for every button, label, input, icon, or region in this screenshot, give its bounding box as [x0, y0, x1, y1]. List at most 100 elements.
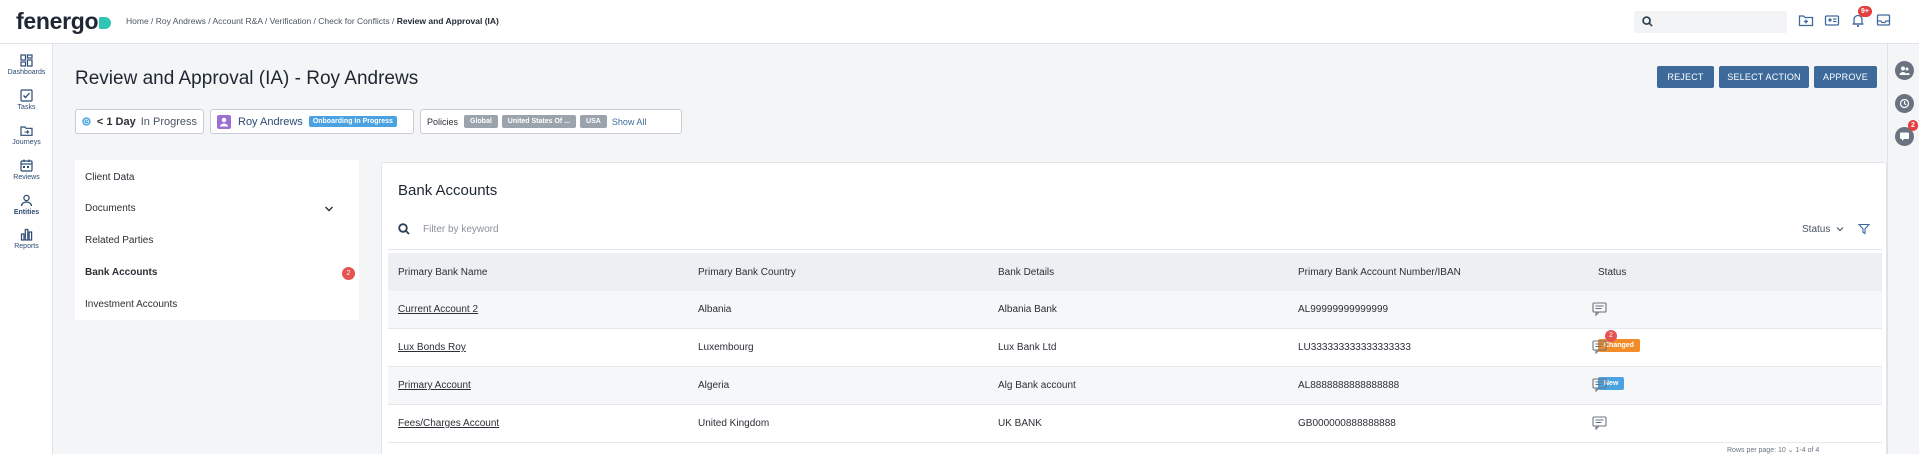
bank-name-link[interactable]: Primary Account: [398, 380, 471, 391]
page-title: Review and Approval (IA) - Roy Andrews: [75, 68, 419, 89]
bank-name-link[interactable]: Current Account 2: [398, 304, 478, 315]
menu-item-documents[interactable]: Documents: [85, 203, 136, 214]
policy-tag: Global: [464, 115, 498, 128]
policy-tag: United States Of ...: [501, 115, 577, 128]
status-filter-dropdown[interactable]: Status: [1802, 223, 1871, 235]
right-rail: 2: [1887, 44, 1919, 454]
breadcrumb[interactable]: Home / Roy Andrews / Account R&A / Verif…: [126, 16, 499, 26]
nav-reviews[interactable]: Reviews: [0, 159, 53, 181]
filter-input[interactable]: Filter by keyword: [423, 224, 499, 235]
reports-icon: [20, 228, 33, 241]
filter-funnel-icon[interactable]: [1858, 223, 1871, 235]
table-row: Primary Account Algeria Alg Bank account…: [388, 367, 1882, 405]
select-action-button[interactable]: SELECT ACTION: [1719, 66, 1809, 88]
bank-accounts-panel: Bank Accounts Filter by keyword Status P…: [381, 162, 1887, 454]
bank-country: Algeria: [698, 380, 730, 391]
comment-icon[interactable]: [1592, 302, 1607, 316]
nav-label: Dashboards: [7, 69, 46, 76]
bank-iban: AL99999999999999: [1298, 304, 1389, 315]
id-card-icon[interactable]: [1824, 12, 1840, 28]
column-header[interactable]: Bank Details: [998, 267, 1054, 278]
history-rail-button[interactable]: [1895, 94, 1914, 113]
comment-count-badge: 2: [1605, 330, 1617, 342]
bank-name-link[interactable]: Fees/Charges Account: [398, 418, 499, 429]
related-parties-rail-button[interactable]: [1895, 61, 1914, 80]
nav-journeys[interactable]: Journeys: [0, 124, 53, 146]
search-icon: [398, 223, 410, 235]
nav-reports[interactable]: Reports: [0, 228, 53, 250]
folder-add-icon[interactable]: [1798, 12, 1814, 28]
comment-icon[interactable]: [1592, 340, 1607, 354]
journeys-icon: [20, 126, 33, 136]
column-header[interactable]: Primary Bank Account Number/IBAN: [1298, 267, 1461, 278]
show-all-link[interactable]: Show All: [612, 117, 647, 127]
tasks-icon: [20, 89, 33, 102]
notifications-bell-icon[interactable]: 9+: [1850, 6, 1872, 28]
approve-button[interactable]: APPROVE: [1814, 66, 1877, 88]
inbox-icon[interactable]: [1876, 12, 1892, 28]
nav-label: Reports: [14, 243, 39, 250]
bank-details: UK BANK: [998, 418, 1042, 429]
bank-accounts-badge: 2: [342, 267, 355, 280]
nav-label: Journeys: [12, 139, 41, 146]
table-header: Primary Bank Name Primary Bank Country B…: [388, 253, 1882, 291]
left-navigation: Dashboards Tasks Journeys Reviews Entiti…: [0, 44, 53, 454]
nav-label: Reviews: [13, 174, 40, 181]
top-bar: fenergo Home / Roy Andrews / Account R&A…: [0, 0, 1919, 44]
entity-name: Roy Andrews: [238, 115, 303, 128]
breadcrumb-trail[interactable]: Home / Roy Andrews / Account R&A / Verif…: [126, 16, 397, 26]
bank-iban: GB000000888888888: [1298, 418, 1396, 429]
reviews-icon: [20, 159, 33, 172]
logo-mark: [99, 16, 112, 29]
bank-iban: LU333333333333333333: [1298, 342, 1411, 353]
table-row: Lux Bonds Roy Luxembourg Lux Bank Ltd LU…: [388, 329, 1882, 367]
comment-icon[interactable]: [1592, 416, 1607, 430]
section-menu: Client Data Documents Related Parties Ba…: [75, 160, 359, 320]
policies-label: Policies: [427, 116, 459, 127]
status-filter-label: Status: [1802, 223, 1831, 235]
menu-item-related-parties[interactable]: Related Parties: [85, 235, 153, 246]
bank-details: Lux Bank Ltd: [998, 342, 1057, 353]
entity-avatar-icon: [217, 114, 231, 129]
nav-label: Entities: [13, 209, 40, 216]
comment-icon: [1900, 132, 1909, 141]
bank-name-link[interactable]: Lux Bonds Roy: [398, 342, 466, 353]
entity-chip[interactable]: Roy Andrews Onboarding In Progress: [210, 109, 414, 134]
fenergo-logo[interactable]: fenergo: [16, 8, 112, 35]
nav-label: Tasks: [17, 104, 36, 111]
nav-entities[interactable]: Entities: [0, 194, 53, 216]
notifications-badge: 9+: [1858, 6, 1872, 17]
column-header[interactable]: Primary Bank Country: [698, 267, 796, 278]
bank-details: Alg Bank account: [998, 380, 1076, 391]
menu-item-bank-accounts[interactable]: Bank Accounts: [85, 267, 157, 278]
nav-dashboards[interactable]: Dashboards: [0, 54, 53, 76]
column-header[interactable]: Status: [1598, 267, 1626, 278]
global-search-input[interactable]: [1634, 11, 1787, 33]
reject-button[interactable]: REJECT: [1657, 66, 1714, 88]
sla-time: < 1 Day: [96, 115, 136, 128]
divider: [388, 249, 1882, 250]
sla-chip[interactable]: < 1 Day In Progress: [75, 109, 204, 134]
keyword-filter[interactable]: Filter by keyword: [398, 223, 499, 235]
breadcrumb-current: Review and Approval (IA): [396, 16, 499, 26]
comment-icon[interactable]: [1592, 378, 1607, 392]
dashboard-icon: [20, 54, 33, 67]
chevron-down-icon[interactable]: [324, 205, 334, 213]
menu-item-investment-accounts[interactable]: Investment Accounts: [85, 299, 177, 310]
clock-icon: [82, 117, 91, 126]
nav-tasks[interactable]: Tasks: [0, 89, 53, 111]
bank-country: Luxembourg: [698, 342, 754, 353]
bank-country: Albania: [698, 304, 732, 315]
policy-tag: USA: [580, 115, 607, 128]
table-row: Current Account 2 Albania Albania Bank A…: [388, 291, 1882, 329]
bank-details: Albania Bank: [998, 304, 1057, 315]
search-icon: [1642, 16, 1653, 27]
brand-name: fenergo: [16, 8, 99, 34]
menu-item-client-data[interactable]: Client Data: [85, 172, 134, 183]
pagination[interactable]: Rows per page: 10 ⌄ 1-4 of 4: [1727, 446, 1819, 454]
history-icon: [1899, 98, 1910, 109]
bank-country: United Kingdom: [698, 418, 770, 429]
column-header[interactable]: Primary Bank Name: [398, 267, 487, 278]
chevron-down-icon: [1836, 227, 1844, 232]
sla-status: In Progress: [140, 115, 197, 128]
